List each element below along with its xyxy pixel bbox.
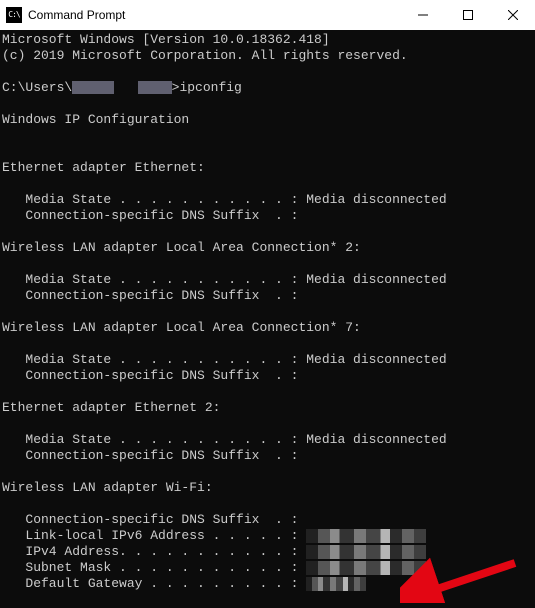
prompt-command: ipconfig	[179, 80, 241, 95]
dns-suffix-label: Connection-specific DNS Suffix . :	[2, 512, 298, 527]
ipv6-label: Link-local IPv6 Address . . . . . :	[2, 528, 306, 543]
ipv4-label: IPv4 Address. . . . . . . . . . . :	[2, 544, 306, 559]
redacted-ipv4	[306, 545, 426, 559]
media-state-value: Media disconnected	[306, 272, 446, 287]
media-state-value: Media disconnected	[306, 192, 446, 207]
window-title: Command Prompt	[28, 8, 125, 22]
gateway-label: Default Gateway . . . . . . . . . :	[2, 576, 306, 591]
media-state-value: Media disconnected	[306, 352, 446, 367]
redacted-ipv6	[306, 529, 426, 543]
header-line1: Microsoft Windows [Version 10.0.18362.41…	[2, 32, 330, 47]
media-state-value: Media disconnected	[306, 432, 446, 447]
config-title: Windows IP Configuration	[2, 112, 189, 127]
adapter-name: Ethernet adapter Ethernet:	[2, 160, 205, 175]
prompt-prefix: C:\Users\	[2, 80, 72, 95]
cmd-icon: C:\	[6, 7, 22, 23]
subnet-label: Subnet Mask . . . . . . . . . . . :	[2, 560, 306, 575]
media-state-label: Media State . . . . . . . . . . . :	[2, 192, 306, 207]
adapter-name: Ethernet adapter Ethernet 2:	[2, 400, 220, 415]
dns-suffix-label: Connection-specific DNS Suffix . :	[2, 288, 298, 303]
adapter-name: Wireless LAN adapter Local Area Connecti…	[2, 240, 361, 255]
terminal-output[interactable]: Microsoft Windows [Version 10.0.18362.41…	[0, 30, 535, 608]
maximize-button[interactable]	[445, 0, 490, 30]
redacted-path	[138, 81, 172, 94]
media-state-label: Media State . . . . . . . . . . . :	[2, 432, 306, 447]
redacted-user	[72, 81, 114, 94]
titlebar[interactable]: C:\ Command Prompt	[0, 0, 535, 30]
media-state-label: Media State . . . . . . . . . . . :	[2, 352, 306, 367]
command-prompt-window: C:\ Command Prompt Microsoft Windows [Ve…	[0, 0, 535, 608]
dns-suffix-label: Connection-specific DNS Suffix . :	[2, 448, 298, 463]
minimize-button[interactable]	[400, 0, 445, 30]
adapter-name: Wireless LAN adapter Wi-Fi:	[2, 480, 213, 495]
redacted-gateway	[306, 577, 366, 591]
redacted-subnet	[306, 561, 426, 575]
close-button[interactable]	[490, 0, 535, 30]
adapter-name: Wireless LAN adapter Local Area Connecti…	[2, 320, 361, 335]
media-state-label: Media State . . . . . . . . . . . :	[2, 272, 306, 287]
dns-suffix-label: Connection-specific DNS Suffix . :	[2, 208, 298, 223]
dns-suffix-label: Connection-specific DNS Suffix . :	[2, 368, 298, 383]
header-line2: (c) 2019 Microsoft Corporation. All righ…	[2, 48, 408, 63]
